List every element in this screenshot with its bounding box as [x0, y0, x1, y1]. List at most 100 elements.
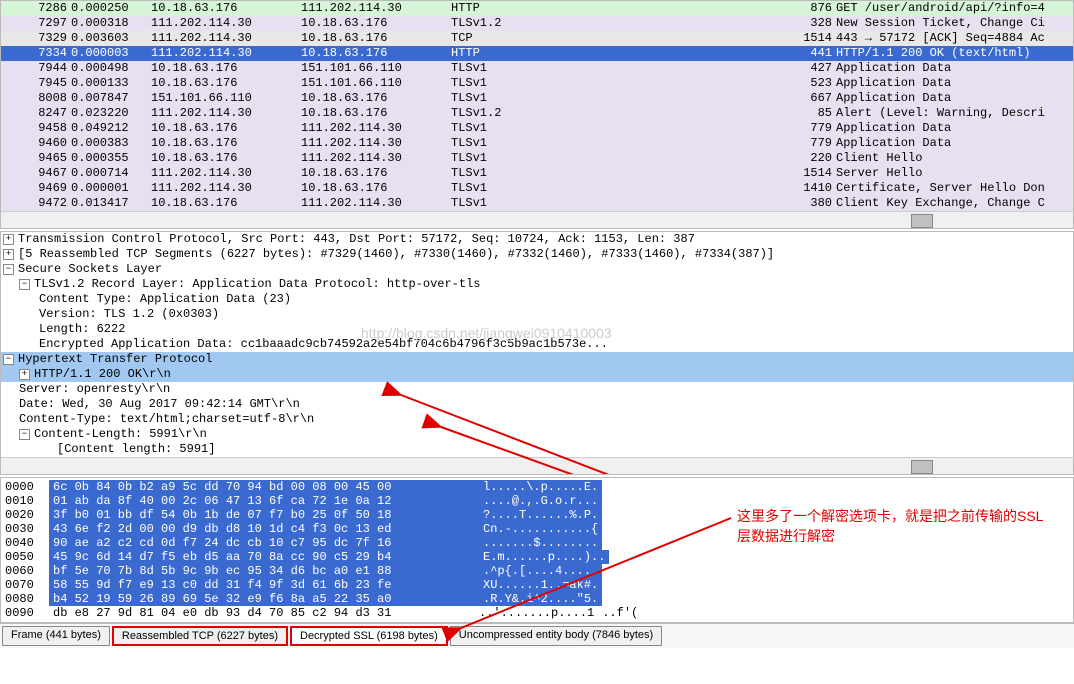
hex-offset: 0060	[5, 564, 49, 578]
col-no: 7329	[21, 31, 71, 46]
packet-row[interactable]: 73340.000003111.202.114.3010.18.63.176HT…	[1, 46, 1073, 61]
col-destination: 10.18.63.176	[301, 31, 451, 46]
collapse-icon[interactable]: −	[19, 429, 30, 440]
col-info: Application Data	[836, 76, 1073, 91]
hex-offset: 0050	[5, 550, 49, 564]
tree-ssl[interactable]: −Secure Sockets Layer	[1, 262, 1073, 277]
packet-row[interactable]: 94690.000001111.202.114.3010.18.63.176TL…	[1, 181, 1073, 196]
packet-row[interactable]: 73290.003603111.202.114.3010.18.63.176TC…	[1, 31, 1073, 46]
tree-clen-val[interactable]: [Content length: 5991]	[1, 442, 1073, 457]
tree-version[interactable]: Version: TLS 1.2 (0x0303)	[1, 307, 1073, 322]
packet-row[interactable]: 94720.01341710.18.63.176111.202.114.30TL…	[1, 196, 1073, 211]
hex-ascii: ..'.......p....1	[479, 606, 594, 620]
col-destination: 111.202.114.30	[301, 196, 451, 211]
collapse-icon[interactable]: −	[19, 279, 30, 290]
packet-list-pane[interactable]: 72860.00025010.18.63.176111.202.114.30HT…	[0, 0, 1074, 229]
packet-row[interactable]: 82470.023220111.202.114.3010.18.63.176TL…	[1, 106, 1073, 121]
tree-contenttype[interactable]: Content Type: Application Data (23)	[1, 292, 1073, 307]
col-source: 10.18.63.176	[151, 121, 301, 136]
hex-row[interactable]: 00006c 0b 84 0b b2 a9 5c dd 70 94 bd 00 …	[5, 480, 1069, 494]
col-source: 10.18.63.176	[151, 76, 301, 91]
tree-ctype[interactable]: Content-Type: text/html;charset=utf-8\r\…	[1, 412, 1073, 427]
packet-row[interactable]: 79450.00013310.18.63.176151.101.66.110TL…	[1, 76, 1073, 91]
hex-row[interactable]: 0080b4 52 19 59 26 89 69 5e 32 e9 f6 8a …	[5, 592, 1069, 606]
col-time: 0.000003	[71, 46, 151, 61]
col-length: 220	[791, 151, 836, 166]
tree-tcp[interactable]: +Transmission Control Protocol, Src Port…	[1, 232, 1073, 247]
col-source: 10.18.63.176	[151, 151, 301, 166]
tab-uncompressed[interactable]: Uncompressed entity body (7846 bytes)	[450, 626, 662, 646]
hex-offset: 0020	[5, 508, 49, 522]
col-length: 667	[791, 91, 836, 106]
col-source: 151.101.66.110	[151, 91, 301, 106]
packet-row[interactable]: 79440.00049810.18.63.176151.101.66.110TL…	[1, 61, 1073, 76]
col-no: 9458	[21, 121, 71, 136]
tree-record[interactable]: −TLSv1.2 Record Layer: Application Data …	[1, 277, 1073, 292]
hex-bytes: bf 5e 70 7b 8d 5b 9c 9b ec 95 34 d6 bc a…	[49, 564, 479, 578]
col-no: 7286	[21, 1, 71, 16]
col-protocol: TLSv1	[451, 76, 791, 91]
col-protocol: TLSv1	[451, 196, 791, 211]
details-scrollbar[interactable]	[1, 457, 1073, 474]
hex-bytes: 45 9c 6d 14 d7 f5 eb d5 aa 70 8a cc 90 c…	[49, 550, 479, 564]
tree-date[interactable]: Date: Wed, 30 Aug 2017 09:42:14 GMT\r\n	[1, 397, 1073, 412]
tree-length[interactable]: Length: 6222	[1, 322, 1073, 337]
col-source: 10.18.63.176	[151, 1, 301, 16]
packet-row[interactable]: 94580.04921210.18.63.176111.202.114.30TL…	[1, 121, 1073, 136]
expand-icon[interactable]: +	[19, 369, 30, 380]
col-info: Alert (Level: Warning, Descri	[836, 106, 1073, 121]
col-time: 0.013417	[71, 196, 151, 211]
tab-decrypted-ssl[interactable]: Decrypted SSL (6198 bytes)	[290, 626, 448, 646]
col-source: 111.202.114.30	[151, 166, 301, 181]
tree-encrypted[interactable]: Encrypted Application Data: cc1baaadc9cb…	[1, 337, 1073, 352]
hex-row[interactable]: 0090db e8 27 9d 81 04 e0 db 93 d4 70 85 …	[5, 606, 1069, 620]
hex-row[interactable]: 005045 9c 6d 14 d7 f5 eb d5 aa 70 8a cc …	[5, 550, 1069, 564]
col-no: 8247	[21, 106, 71, 121]
hex-offset: 0080	[5, 592, 49, 606]
packet-row[interactable]: 94670.000714111.202.114.3010.18.63.176TL…	[1, 166, 1073, 181]
hex-dump-pane[interactable]: 00006c 0b 84 0b b2 a9 5c dd 70 94 bd 00 …	[0, 477, 1074, 623]
packet-row[interactable]: 94650.00035510.18.63.176111.202.114.30TL…	[1, 151, 1073, 166]
packet-row[interactable]: 94600.00038310.18.63.176111.202.114.30TL…	[1, 136, 1073, 151]
hex-row[interactable]: 007058 55 9d f7 e9 13 c0 dd 31 f4 9f 3d …	[5, 578, 1069, 592]
expand-icon[interactable]: +	[3, 249, 14, 260]
tree-http[interactable]: −Hypertext Transfer Protocol	[1, 352, 1073, 367]
hex-offset: 0000	[5, 480, 49, 494]
col-length: 441	[791, 46, 836, 61]
collapse-icon[interactable]: −	[3, 264, 14, 275]
hex-ascii: ....@.,.G.o.r...	[479, 494, 602, 508]
col-time: 0.000498	[71, 61, 151, 76]
tree-clen[interactable]: −Content-Length: 5991\r\n	[1, 427, 1073, 442]
col-protocol: HTTP	[451, 1, 791, 16]
tree-server[interactable]: Server: openresty\r\n	[1, 382, 1073, 397]
col-length: 779	[791, 121, 836, 136]
tab-reassembled[interactable]: Reassembled TCP (6227 bytes)	[112, 626, 288, 646]
col-source: 10.18.63.176	[151, 136, 301, 151]
packet-list-scrollbar[interactable]	[1, 211, 1073, 228]
tree-http-status[interactable]: +HTTP/1.1 200 OK\r\n	[1, 367, 1073, 382]
hex-ascii: Cn.-...........{	[479, 522, 602, 536]
collapse-icon[interactable]: −	[3, 354, 14, 365]
col-source: 111.202.114.30	[151, 106, 301, 121]
packet-details-pane[interactable]: +Transmission Control Protocol, Src Port…	[0, 231, 1074, 475]
col-no: 7945	[21, 76, 71, 91]
packet-row[interactable]: 72860.00025010.18.63.176111.202.114.30HT…	[1, 1, 1073, 16]
bytes-tabs: Frame (441 bytes) Reassembled TCP (6227 …	[0, 623, 1074, 648]
col-source: 10.18.63.176	[151, 61, 301, 76]
col-protocol: HTTP	[451, 46, 791, 61]
col-protocol: TLSv1	[451, 121, 791, 136]
annotation-text: 这里多了一个解密选项卡，就是把之前传输的SSL层数据进行解密	[737, 506, 1057, 546]
col-length: 328	[791, 16, 836, 31]
col-length: 427	[791, 61, 836, 76]
packet-row[interactable]: 80080.007847151.101.66.11010.18.63.176TL…	[1, 91, 1073, 106]
tree-reassembled[interactable]: +[5 Reassembled TCP Segments (6227 bytes…	[1, 247, 1073, 262]
packet-row[interactable]: 72970.000318111.202.114.3010.18.63.176TL…	[1, 16, 1073, 31]
col-info: Application Data	[836, 136, 1073, 151]
hex-row[interactable]: 0060bf 5e 70 7b 8d 5b 9c 9b ec 95 34 d6 …	[5, 564, 1069, 578]
col-time: 0.003603	[71, 31, 151, 46]
col-destination: 111.202.114.30	[301, 1, 451, 16]
tab-frame[interactable]: Frame (441 bytes)	[2, 626, 110, 646]
col-time: 0.000714	[71, 166, 151, 181]
col-destination: 111.202.114.30	[301, 151, 451, 166]
expand-icon[interactable]: +	[3, 234, 14, 245]
